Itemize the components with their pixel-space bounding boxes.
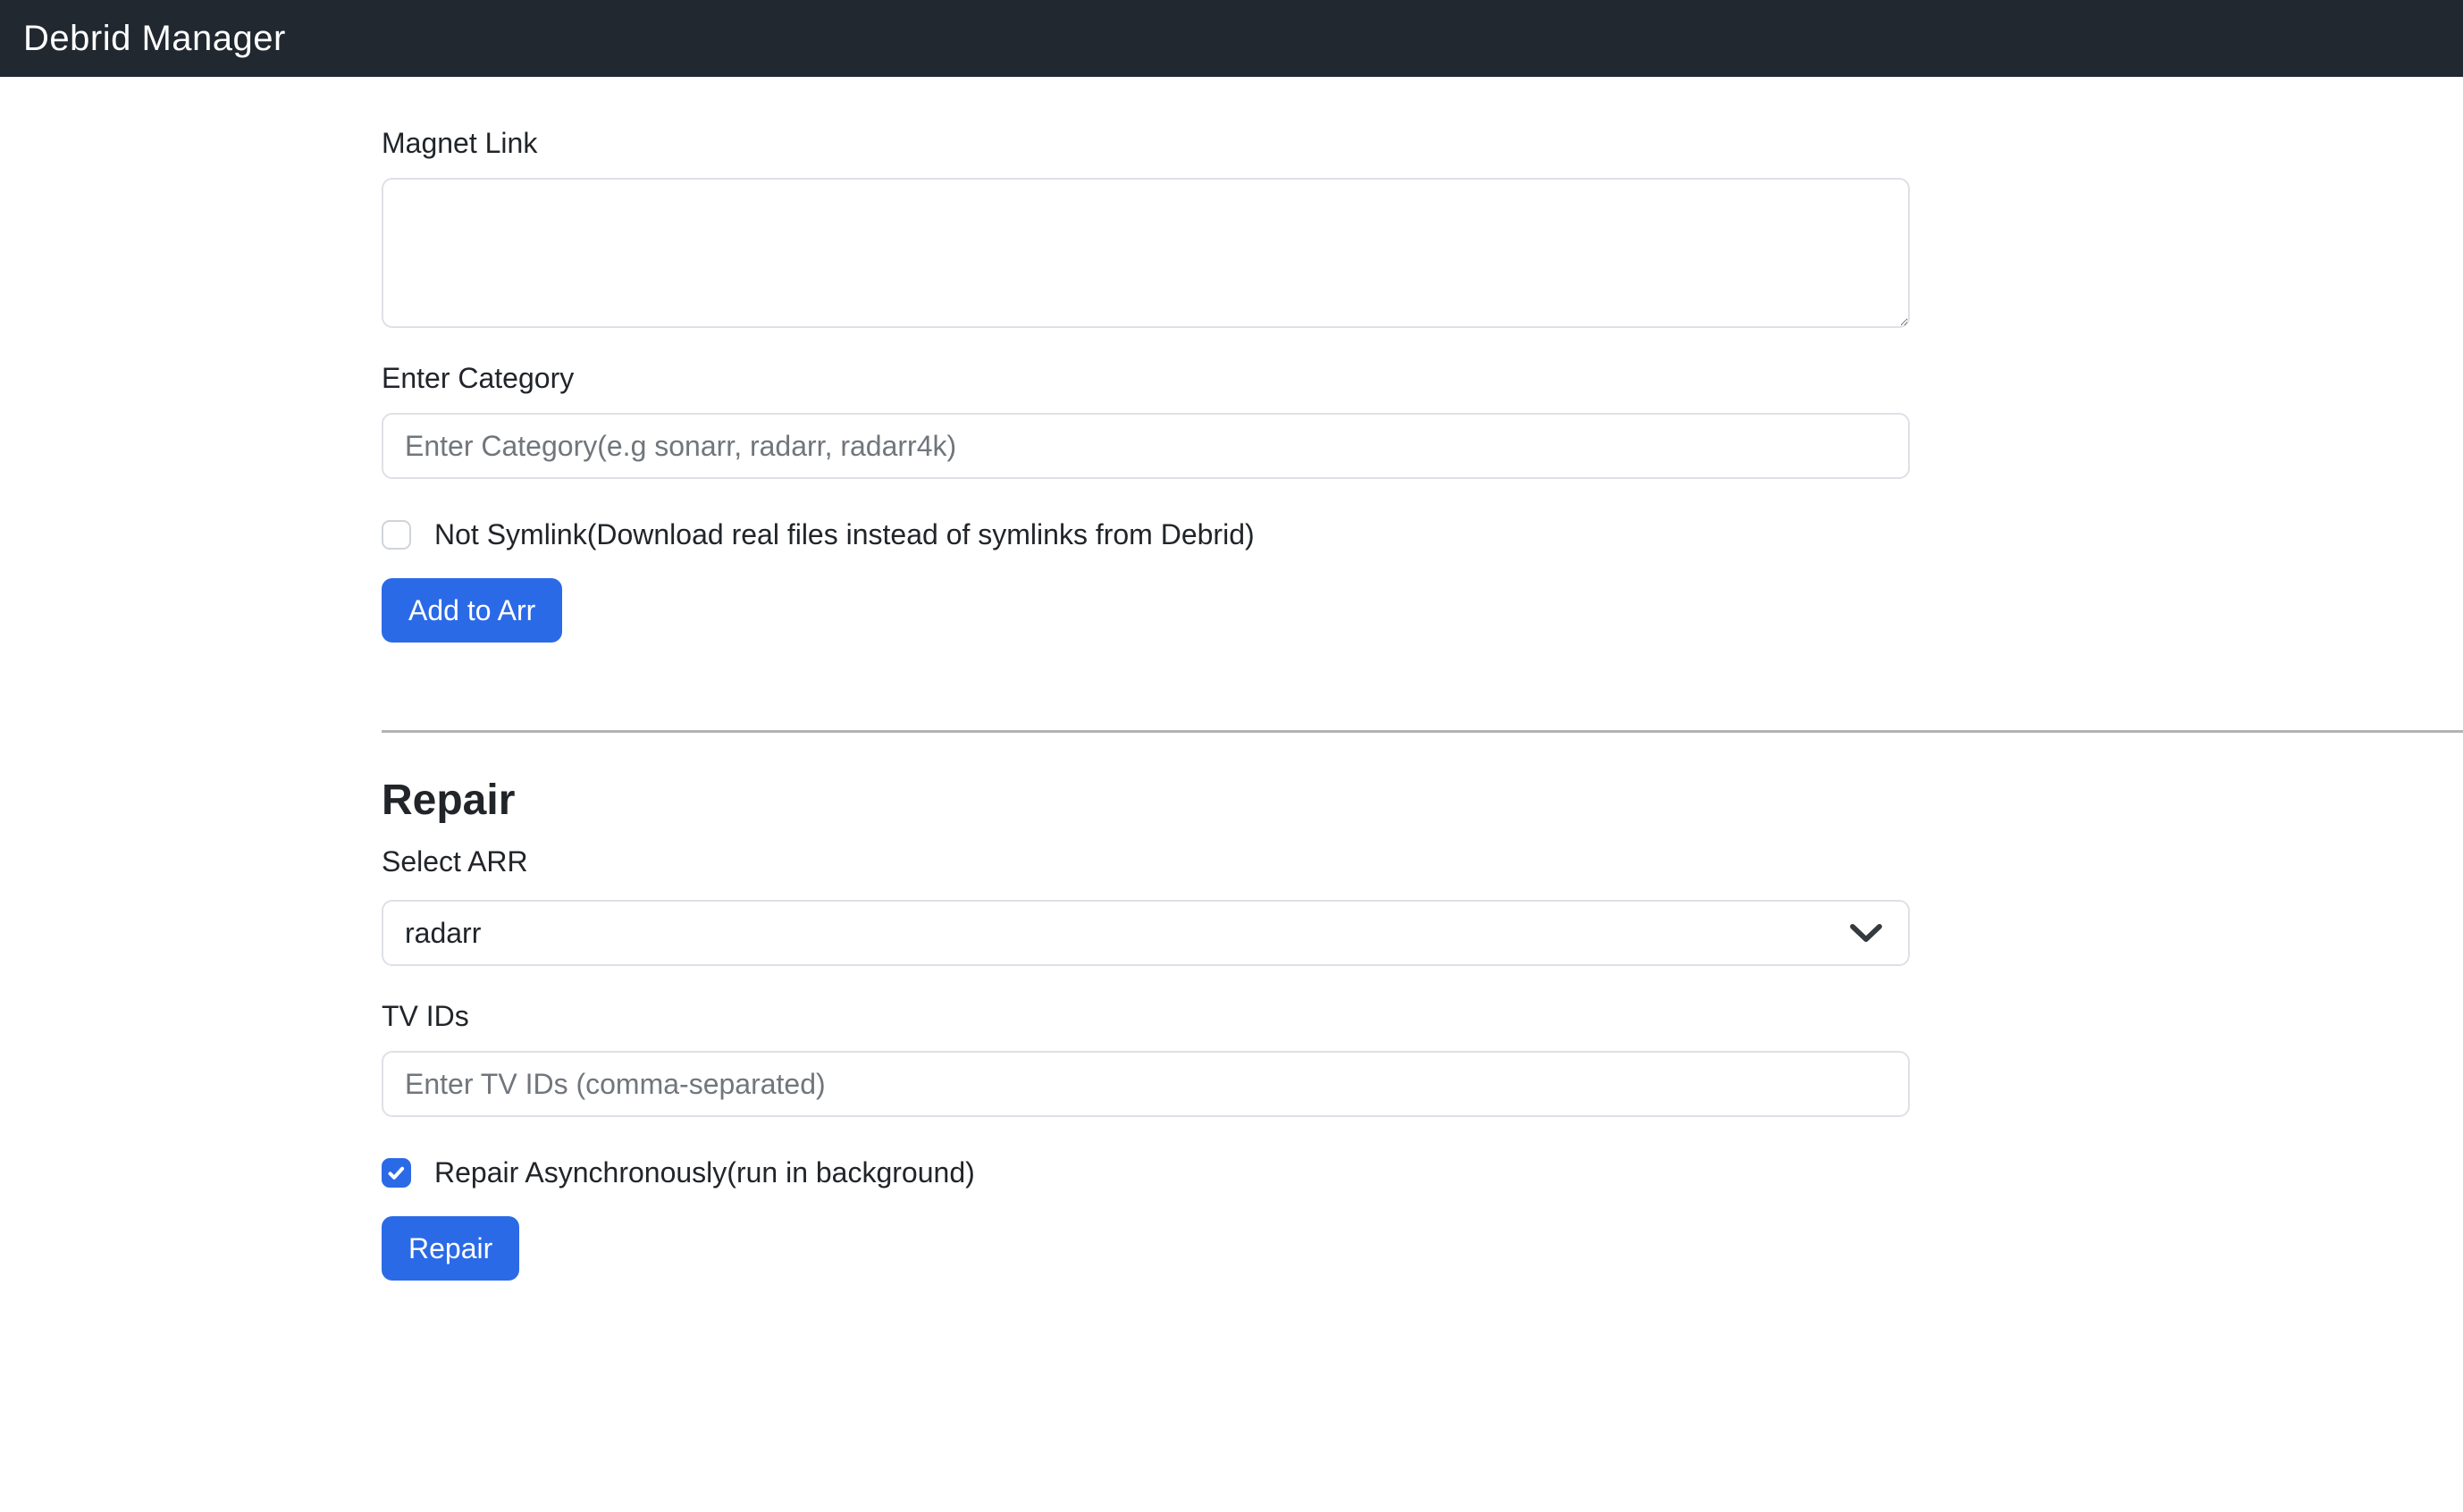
magnet-link-textarea[interactable] bbox=[382, 178, 1910, 328]
not-symlink-label[interactable]: Not Symlink(Download real files instead … bbox=[434, 518, 1255, 551]
category-label: Enter Category bbox=[382, 362, 2463, 395]
not-symlink-checkbox[interactable] bbox=[382, 520, 411, 550]
repair-async-label[interactable]: Repair Asynchronously(run in background) bbox=[434, 1156, 975, 1189]
section-divider bbox=[382, 730, 2463, 733]
main-content: Magnet Link Enter Category Not Symlink(D… bbox=[382, 127, 2463, 1281]
app-title: Debrid Manager bbox=[0, 19, 286, 59]
check-icon bbox=[386, 1163, 407, 1183]
add-to-arr-section: Magnet Link Enter Category Not Symlink(D… bbox=[382, 127, 2463, 643]
repair-heading: Repair bbox=[382, 776, 2463, 826]
arr-select[interactable]: radarr bbox=[382, 900, 1910, 966]
tv-ids-label: TV IDs bbox=[382, 1000, 2463, 1033]
repair-async-row: Repair Asynchronously(run in background) bbox=[382, 1156, 2463, 1189]
repair-async-checkbox[interactable] bbox=[382, 1158, 411, 1188]
category-input[interactable] bbox=[382, 413, 1910, 479]
magnet-link-label: Magnet Link bbox=[382, 127, 2463, 160]
repair-button[interactable]: Repair bbox=[382, 1216, 519, 1281]
repair-section: Repair Select ARR radarr TV IDs Repair A… bbox=[382, 776, 2463, 1281]
not-symlink-row: Not Symlink(Download real files instead … bbox=[382, 518, 2463, 551]
select-arr-label: Select ARR bbox=[382, 845, 2463, 878]
tv-ids-input[interactable] bbox=[382, 1051, 1910, 1117]
app-header: Debrid Manager bbox=[0, 0, 2463, 77]
add-to-arr-button[interactable]: Add to Arr bbox=[382, 578, 562, 643]
arr-select-wrap: radarr bbox=[382, 900, 1910, 966]
